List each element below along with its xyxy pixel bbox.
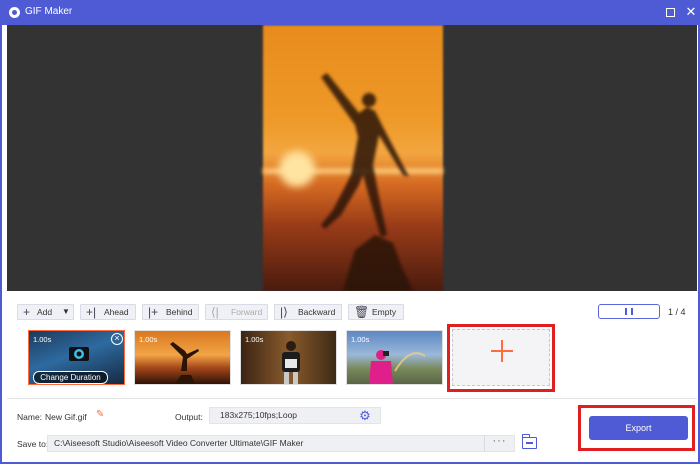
clip-thumbnail-4[interactable]: 1.00s (346, 330, 443, 385)
preview-silhouette (321, 73, 413, 291)
backward-button[interactable]: |⟩ Backward (274, 304, 342, 320)
clip-thumbnail-2[interactable]: 1.00s (134, 330, 231, 385)
name-value: New Gif.gif (45, 412, 87, 422)
remove-clip-icon[interactable]: × (111, 333, 123, 345)
save-to-label: Save to: (17, 439, 49, 449)
backward-icon: |⟩ (280, 305, 288, 319)
change-duration-button[interactable]: Change Duration (33, 371, 108, 384)
clip-thumbnail-3[interactable]: 1.00s (240, 330, 337, 385)
plus-icon: + (23, 305, 31, 319)
gif-maker-window: GIF Maker ✕ + Add ▼ +| Ahead |+ Behind ⟨… (0, 0, 700, 464)
clip-duration: 1.00s (245, 335, 264, 344)
pause-icon (625, 308, 633, 315)
open-folder-icon[interactable] (521, 434, 537, 449)
close-icon[interactable]: ✕ (683, 4, 699, 20)
forward-icon: ⟨| (211, 305, 219, 319)
behind-button[interactable]: |+ Behind (142, 304, 199, 320)
add-clip-slot[interactable] (452, 329, 550, 386)
insert-behind-icon: |+ (148, 305, 159, 319)
plus-icon (491, 340, 513, 362)
browse-button[interactable]: ··· (484, 435, 514, 452)
divider (7, 398, 697, 399)
add-button[interactable]: + Add ▼ (17, 304, 74, 320)
app-logo-icon (9, 7, 20, 18)
name-label: Name: (17, 412, 43, 422)
edit-name-icon[interactable]: ✎ (96, 410, 106, 420)
save-path-field[interactable]: C:\Aiseesoft Studio\Aiseesoft Video Conv… (47, 435, 515, 452)
trash-icon: 🗑 (354, 305, 370, 319)
chevron-down-icon[interactable]: ▼ (62, 305, 70, 319)
clip-duration: 1.00s (139, 335, 158, 344)
gear-icon[interactable]: ⚙ (358, 409, 372, 423)
export-button[interactable]: Export (589, 416, 688, 440)
preview-area (7, 25, 697, 291)
ahead-button[interactable]: +| Ahead (80, 304, 136, 320)
forward-button[interactable]: ⟨| Forward (205, 304, 268, 320)
maximize-icon[interactable] (662, 4, 678, 20)
clip-thumbnail-1[interactable]: 1.00s × Change Duration (28, 330, 125, 385)
clip-duration: 1.00s (33, 335, 52, 344)
window-title: GIF Maker (25, 6, 73, 17)
pause-button[interactable] (598, 304, 660, 319)
output-label: Output: (175, 412, 203, 422)
title-bar: GIF Maker ✕ (2, 0, 700, 25)
insert-ahead-icon: +| (86, 305, 97, 319)
frame-counter: 1 / 4 (668, 307, 686, 317)
output-settings-field: 183x275;10fps;Loop (209, 407, 381, 424)
empty-button[interactable]: 🗑 Empty (348, 304, 404, 320)
